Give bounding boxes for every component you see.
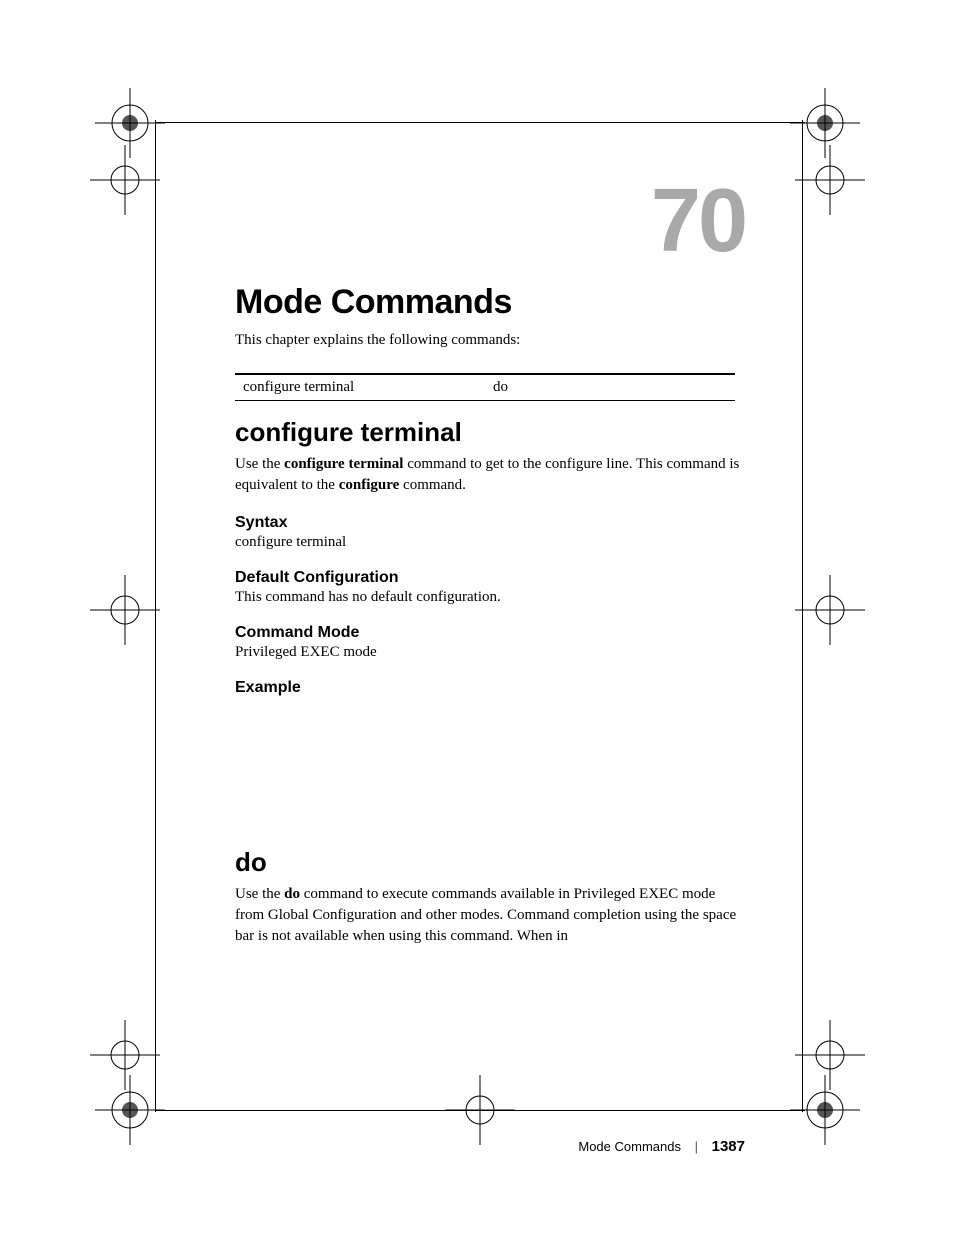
footer-label: Mode Commands [578, 1139, 681, 1154]
subtext-syntax: configure terminal [235, 534, 745, 551]
section-title-do: do [235, 847, 745, 878]
registration-mark-icon [90, 145, 160, 215]
registration-mark-icon [795, 145, 865, 215]
subtext-command-mode: Privileged EXEC mode [235, 644, 745, 661]
text: Use the [235, 886, 284, 902]
page-number: 1387 [712, 1138, 745, 1155]
page-footer: Mode Commands | 1387 [578, 1138, 745, 1155]
section-description: Use the configure terminal command to ge… [235, 454, 745, 496]
table-row: configure terminal do [235, 374, 735, 401]
text: command. [399, 477, 466, 493]
chapter-intro: This chapter explains the following comm… [235, 332, 745, 349]
page-content: 70 Mode Commands This chapter explains t… [235, 170, 745, 965]
footer-separator: | [695, 1139, 698, 1154]
chapter-title: Mode Commands [235, 283, 745, 322]
crop-line [155, 122, 805, 123]
subtext-example [235, 699, 745, 829]
bold-text: do [284, 886, 300, 902]
table-cell: do [485, 374, 735, 401]
registration-mark-icon [445, 1075, 515, 1145]
registration-mark-icon [795, 575, 865, 645]
registration-mark-icon [90, 575, 160, 645]
subtext-default-config: This command has no default configuratio… [235, 589, 745, 606]
table-cell: configure terminal [235, 374, 485, 401]
chapter-number: 70 [235, 170, 745, 273]
text: Use the [235, 456, 284, 472]
subhead-example: Example [235, 679, 745, 697]
section-description: Use the do command to execute commands a… [235, 884, 745, 947]
subhead-default-config: Default Configuration [235, 569, 745, 587]
subhead-command-mode: Command Mode [235, 624, 745, 642]
command-index-table: configure terminal do [235, 373, 735, 401]
section-title-configure-terminal: configure terminal [235, 417, 745, 448]
registration-mark-icon [95, 1075, 165, 1145]
bold-text: configure [339, 477, 400, 493]
text: command to execute commands available in… [235, 886, 736, 944]
subhead-syntax: Syntax [235, 514, 745, 532]
registration-mark-icon [790, 1075, 860, 1145]
bold-text: configure terminal [284, 456, 403, 472]
